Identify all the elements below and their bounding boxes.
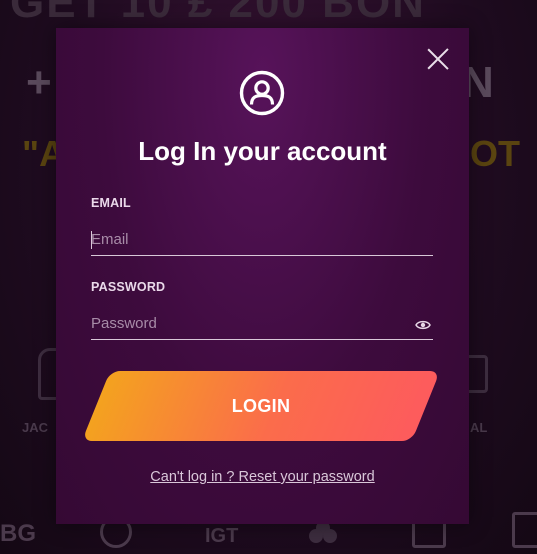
background-plus: + <box>26 58 52 107</box>
provider-logo-frame-icon <box>512 512 537 548</box>
reset-password-link[interactable]: Can't log in ? Reset your password <box>56 469 469 485</box>
provider-logo-bg: BG <box>0 520 36 547</box>
provider-logo-igt: IGT <box>205 525 239 547</box>
user-circle-icon <box>239 70 285 116</box>
password-field-container <box>91 309 433 340</box>
login-button-label: LOGIN <box>231 395 291 416</box>
email-field-container <box>91 225 433 256</box>
background-quote-end: OT <box>470 133 520 174</box>
text-cursor <box>91 231 92 249</box>
background-right-caption: AL <box>470 420 488 435</box>
login-modal: Log In your account EMAIL PASSWORD LOGIN… <box>56 28 469 524</box>
background-left-caption: JAC <box>22 420 49 435</box>
email-field[interactable] <box>91 225 401 253</box>
background-headline: GET 10 £ 200 BON <box>10 0 426 27</box>
eye-icon[interactable] <box>415 318 431 330</box>
modal-title: Log In your account <box>138 136 387 166</box>
close-icon[interactable] <box>425 46 451 72</box>
password-label: PASSWORD <box>91 280 166 294</box>
password-field[interactable] <box>91 309 401 337</box>
login-button[interactable]: LOGIN <box>81 371 441 441</box>
email-label: EMAIL <box>91 196 131 210</box>
provider-logo-clover-icon <box>308 520 338 548</box>
